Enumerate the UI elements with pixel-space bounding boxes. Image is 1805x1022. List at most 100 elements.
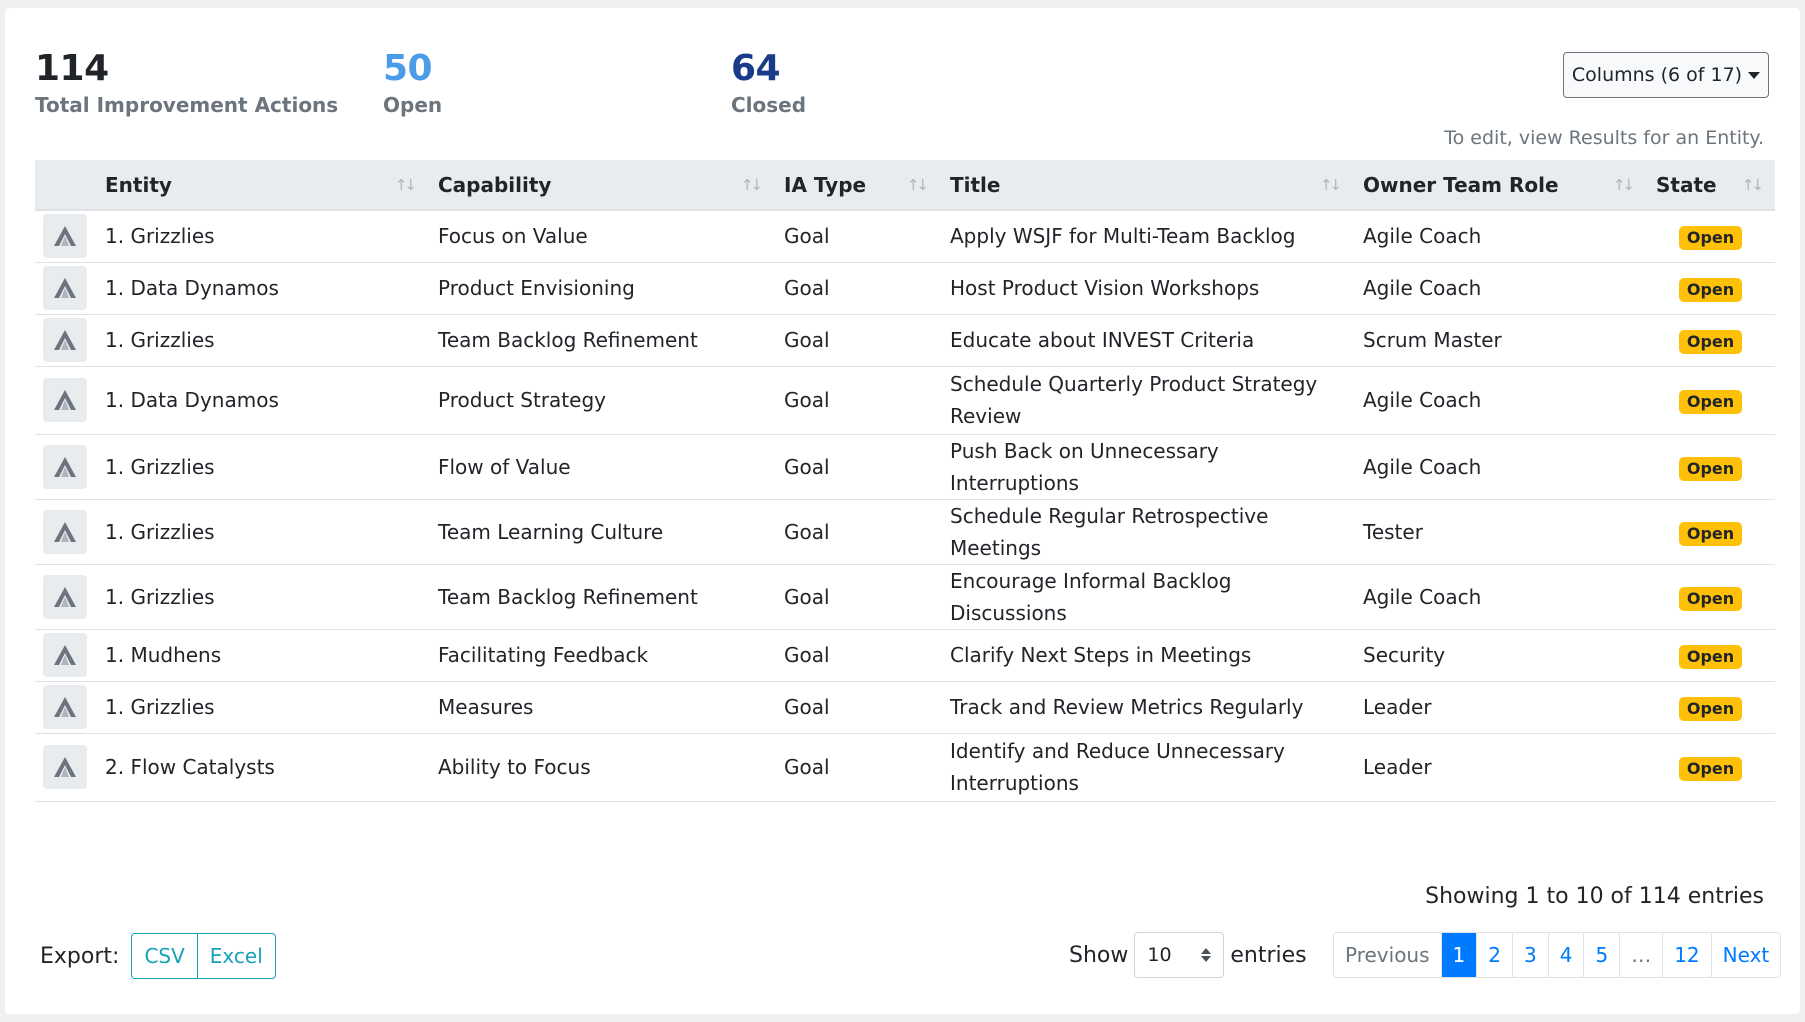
state-cell: Open bbox=[1646, 314, 1775, 366]
entity-logo-icon[interactable] bbox=[43, 574, 87, 619]
ia-type-cell: Goal bbox=[784, 454, 830, 479]
header-title[interactable]: Title ↑↓ bbox=[940, 160, 1353, 211]
header-ia-type[interactable]: IA Type ↑↓ bbox=[774, 160, 940, 211]
table-row[interactable]: 1. Grizzlies Team Backlog Refinement Goal E… bbox=[35, 564, 1775, 629]
status-badge: Open bbox=[1678, 521, 1743, 546]
capability-cell: Focus on Value bbox=[438, 224, 588, 249]
owner-cell: Security bbox=[1363, 643, 1446, 667]
icon-cell bbox=[35, 681, 95, 733]
entity-logo-icon[interactable] bbox=[43, 378, 87, 422]
pagination-next[interactable]: Next bbox=[1710, 933, 1781, 977]
icon-cell bbox=[35, 434, 95, 499]
status-badge: Open bbox=[1678, 390, 1743, 414]
title-cell: Schedule Quarterly Product Strategy Revi… bbox=[950, 372, 1318, 428]
capability-cell: Product Envisioning bbox=[438, 276, 635, 300]
header-capability-label: Capability bbox=[438, 172, 552, 197]
header-entity[interactable]: Entity ↑↓ bbox=[95, 160, 428, 211]
ia-type-cell: Goal bbox=[784, 388, 830, 412]
table-row[interactable]: 1. Grizzlies Team Backlog Refinement Goal E… bbox=[35, 314, 1775, 366]
stat-closed-label: Closed bbox=[731, 93, 807, 117]
state-cell: Open bbox=[1646, 366, 1775, 434]
capability-cell: Team Backlog Refinement bbox=[438, 584, 698, 609]
sort-icon: ↑↓ bbox=[394, 176, 417, 194]
table-row[interactable]: 2. Flow Catalysts Ability to Focus Goal Ide… bbox=[35, 733, 1775, 801]
stat-open: 50 Open bbox=[383, 46, 442, 118]
table-row[interactable]: 1. Grizzlies Flow of Value Goal Push Back o… bbox=[35, 434, 1775, 499]
improvement-actions-card: 114 Total Improvement Actions 50 Open 64… bbox=[5, 8, 1800, 1014]
owner-cell: Agile Coach bbox=[1363, 454, 1482, 479]
owner-cell: Agile Coach bbox=[1363, 584, 1482, 609]
title-cell: Encourage Informal Backlog Discussions bbox=[950, 568, 1232, 625]
entries-label: entries bbox=[1230, 942, 1307, 968]
entity-cell: 1. Grizzlies bbox=[105, 224, 215, 249]
table-row[interactable]: 1. Grizzlies Focus on Value Goal Apply WSJF… bbox=[35, 210, 1775, 262]
page-4[interactable]: 4 bbox=[1547, 933, 1584, 977]
state-cell: Open bbox=[1646, 681, 1775, 733]
capability-cell: Team Learning Culture bbox=[438, 519, 664, 544]
owner-cell: Leader bbox=[1363, 755, 1432, 779]
owner-cell: Leader bbox=[1363, 695, 1432, 719]
stat-total-value: 114 bbox=[35, 48, 109, 89]
columns-dropdown-button[interactable]: Columns (6 of 17) bbox=[1563, 52, 1769, 98]
state-cell: Open bbox=[1646, 629, 1775, 681]
entity-cell: 1. Grizzlies bbox=[105, 328, 215, 352]
show-label: Show bbox=[1069, 942, 1129, 968]
icon-cell bbox=[35, 733, 95, 801]
sort-icon: ↑↓ bbox=[740, 176, 763, 194]
entity-logo-icon[interactable] bbox=[43, 318, 87, 362]
columns-button-label: Columns (6 of 17) bbox=[1571, 64, 1743, 86]
table-row[interactable]: 1. Grizzlies Measures Goal Track and Review… bbox=[35, 681, 1775, 733]
ia-type-cell: Goal bbox=[784, 276, 830, 300]
page-2[interactable]: 2 bbox=[1476, 933, 1512, 977]
page-5[interactable]: 5 bbox=[1583, 933, 1620, 977]
export-group: Export: CSV Excel bbox=[40, 933, 276, 979]
stat-total: 114 Total Improvement Actions bbox=[35, 46, 338, 118]
header-ia-type-label: IA Type bbox=[784, 172, 867, 197]
table-row[interactable]: 1. Data Dynamos Product Strategy Goal Sched… bbox=[35, 366, 1775, 434]
table-row[interactable]: 1. Data Dynamos Product Envisioning Goal Ho… bbox=[35, 262, 1775, 314]
page-1[interactable]: 1 bbox=[1440, 933, 1477, 977]
entity-cell: 1. Mudhens bbox=[105, 643, 222, 667]
ia-type-cell: Goal bbox=[784, 224, 830, 249]
icon-cell bbox=[35, 314, 95, 366]
header-state[interactable]: State ↑↓ bbox=[1646, 160, 1775, 211]
entity-logo-icon[interactable] bbox=[43, 214, 87, 259]
header-title-label: Title bbox=[950, 172, 1001, 197]
owner-cell: Scrum Master bbox=[1363, 328, 1502, 352]
icon-cell bbox=[35, 629, 95, 681]
page-3[interactable]: 3 bbox=[1512, 933, 1548, 977]
capability-cell: Product Strategy bbox=[438, 388, 606, 412]
table-row[interactable]: 1. Mudhens Facilitating Feedback Goal Clari… bbox=[35, 629, 1775, 681]
export-label: Export: bbox=[40, 943, 120, 969]
icon-cell bbox=[35, 366, 95, 434]
header-entity-label: Entity bbox=[105, 172, 172, 197]
status-badge: Open bbox=[1678, 697, 1743, 721]
entity-logo-icon[interactable] bbox=[43, 745, 87, 789]
pagination-previous: Previous bbox=[1334, 933, 1441, 977]
page-size-select[interactable]: 10 bbox=[1134, 932, 1225, 978]
improvement-actions-table: Entity ↑↓ Capability ↑↓ IA Type ↑↓ Title ↑↓ … bbox=[35, 160, 1775, 802]
table-row[interactable]: 1. Grizzlies Team Learning Culture Goal Sch… bbox=[35, 499, 1775, 564]
sort-icon: ↑↓ bbox=[906, 176, 929, 194]
state-cell: Open bbox=[1646, 733, 1775, 801]
owner-cell: Agile Coach bbox=[1363, 388, 1482, 412]
entity-logo-icon[interactable] bbox=[43, 266, 87, 310]
page-12[interactable]: 12 bbox=[1662, 933, 1711, 977]
entity-cell: 1. Grizzlies bbox=[105, 695, 215, 719]
header-owner-label: Owner Team Role bbox=[1363, 172, 1559, 197]
entity-cell: 1. Grizzlies bbox=[105, 584, 215, 609]
title-cell: Identify and Reduce Unnecessary Interrup… bbox=[950, 739, 1285, 795]
entity-cell: 1. Data Dynamos bbox=[105, 388, 279, 412]
entity-logo-icon[interactable] bbox=[43, 633, 87, 677]
export-excel-button[interactable]: Excel bbox=[196, 934, 275, 978]
export-csv-button[interactable]: CSV bbox=[132, 934, 196, 978]
stat-open-value: 50 bbox=[383, 48, 433, 89]
entity-logo-icon[interactable] bbox=[43, 444, 87, 489]
header-icon-column bbox=[35, 160, 95, 211]
header-capability[interactable]: Capability ↑↓ bbox=[428, 160, 774, 211]
status-badge: Open bbox=[1678, 330, 1743, 354]
entity-logo-icon[interactable] bbox=[43, 685, 87, 729]
entity-logo-icon[interactable] bbox=[43, 509, 87, 554]
capability-cell: Team Backlog Refinement bbox=[438, 328, 698, 352]
header-owner-team-role[interactable]: Owner Team Role ↑↓ bbox=[1353, 160, 1646, 211]
